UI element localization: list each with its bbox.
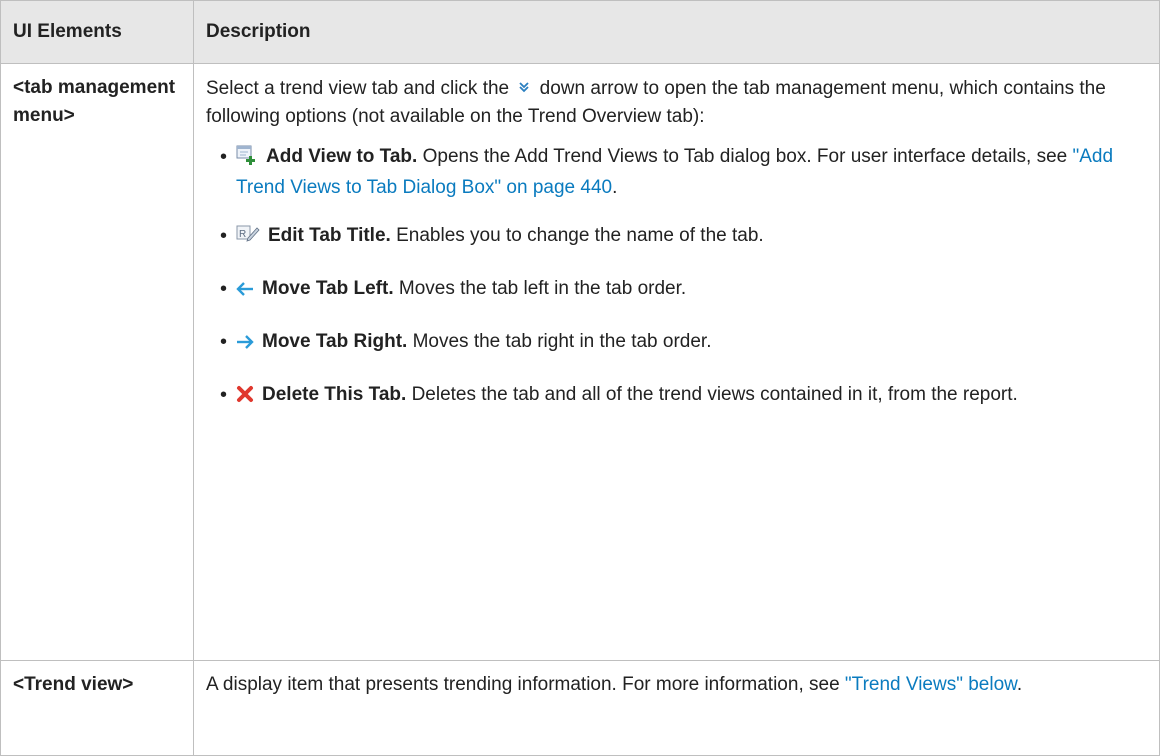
option-label: Move Tab Right. [262,331,408,352]
description-cell: A display item that presents trending in… [193,660,1160,756]
intro-paragraph: Select a trend view tab and click the do… [206,74,1147,131]
option-text: Moves the tab left in the tab order. [398,278,687,299]
description-cell: Select a trend view tab and click the do… [193,63,1160,661]
trend-views-link[interactable]: "Trend Views" below [845,674,1017,695]
option-text: Moves the tab right in the tab order. [412,331,712,352]
element-name-trend-view: <Trend view> [0,660,194,756]
option-text: Deletes the tab and all of the trend vie… [411,384,1018,405]
menu-options-list: Add View to Tab. Opens the Add Trend Vie… [206,143,1147,412]
option-label: Delete This Tab. [262,384,407,405]
list-item-move-left: Move Tab Left. Moves the tab left in the… [220,275,1147,306]
element-name-tab-management-menu: <tab management menu> [0,63,194,661]
option-label: Add View to Tab. [266,146,418,167]
ui-elements-table: UI Elements Description <tab management … [0,0,1160,756]
option-text: Opens the Add Trend Views to Tab dialog … [422,146,1068,167]
double-chevron-down-icon [518,74,530,102]
table-header-row: UI Elements Description [0,0,1160,64]
header-ui-elements: UI Elements [0,0,194,64]
arrow-left-icon [236,278,254,306]
option-label: Move Tab Left. [262,278,394,299]
add-view-icon [236,145,258,174]
list-item-edit-title: R Edit Tab Title. Enables you to change … [220,222,1147,253]
table-row: <Trend view> A display item that present… [0,660,1160,756]
edit-title-icon: R [236,224,260,253]
arrow-right-icon [236,331,254,359]
header-description: Description [193,0,1160,64]
list-item-add-view: Add View to Tab. Opens the Add Trend Vie… [220,143,1147,202]
list-item-move-right: Move Tab Right. Moves the tab right in t… [220,328,1147,359]
option-label: Edit Tab Title. [268,225,391,246]
trend-view-text: A display item that presents trending in… [206,674,840,695]
svg-text:R: R [239,229,246,240]
intro-text-before: Select a trend view tab and click the [206,78,510,99]
option-text-end: . [612,177,618,198]
option-text: Enables you to change the name of the ta… [396,225,764,246]
trend-view-text-end: . [1016,674,1023,695]
delete-x-icon [236,384,254,412]
table-row: <tab management menu> Select a trend vie… [0,63,1160,661]
list-item-delete-tab: Delete This Tab. Deletes the tab and all… [220,381,1147,412]
